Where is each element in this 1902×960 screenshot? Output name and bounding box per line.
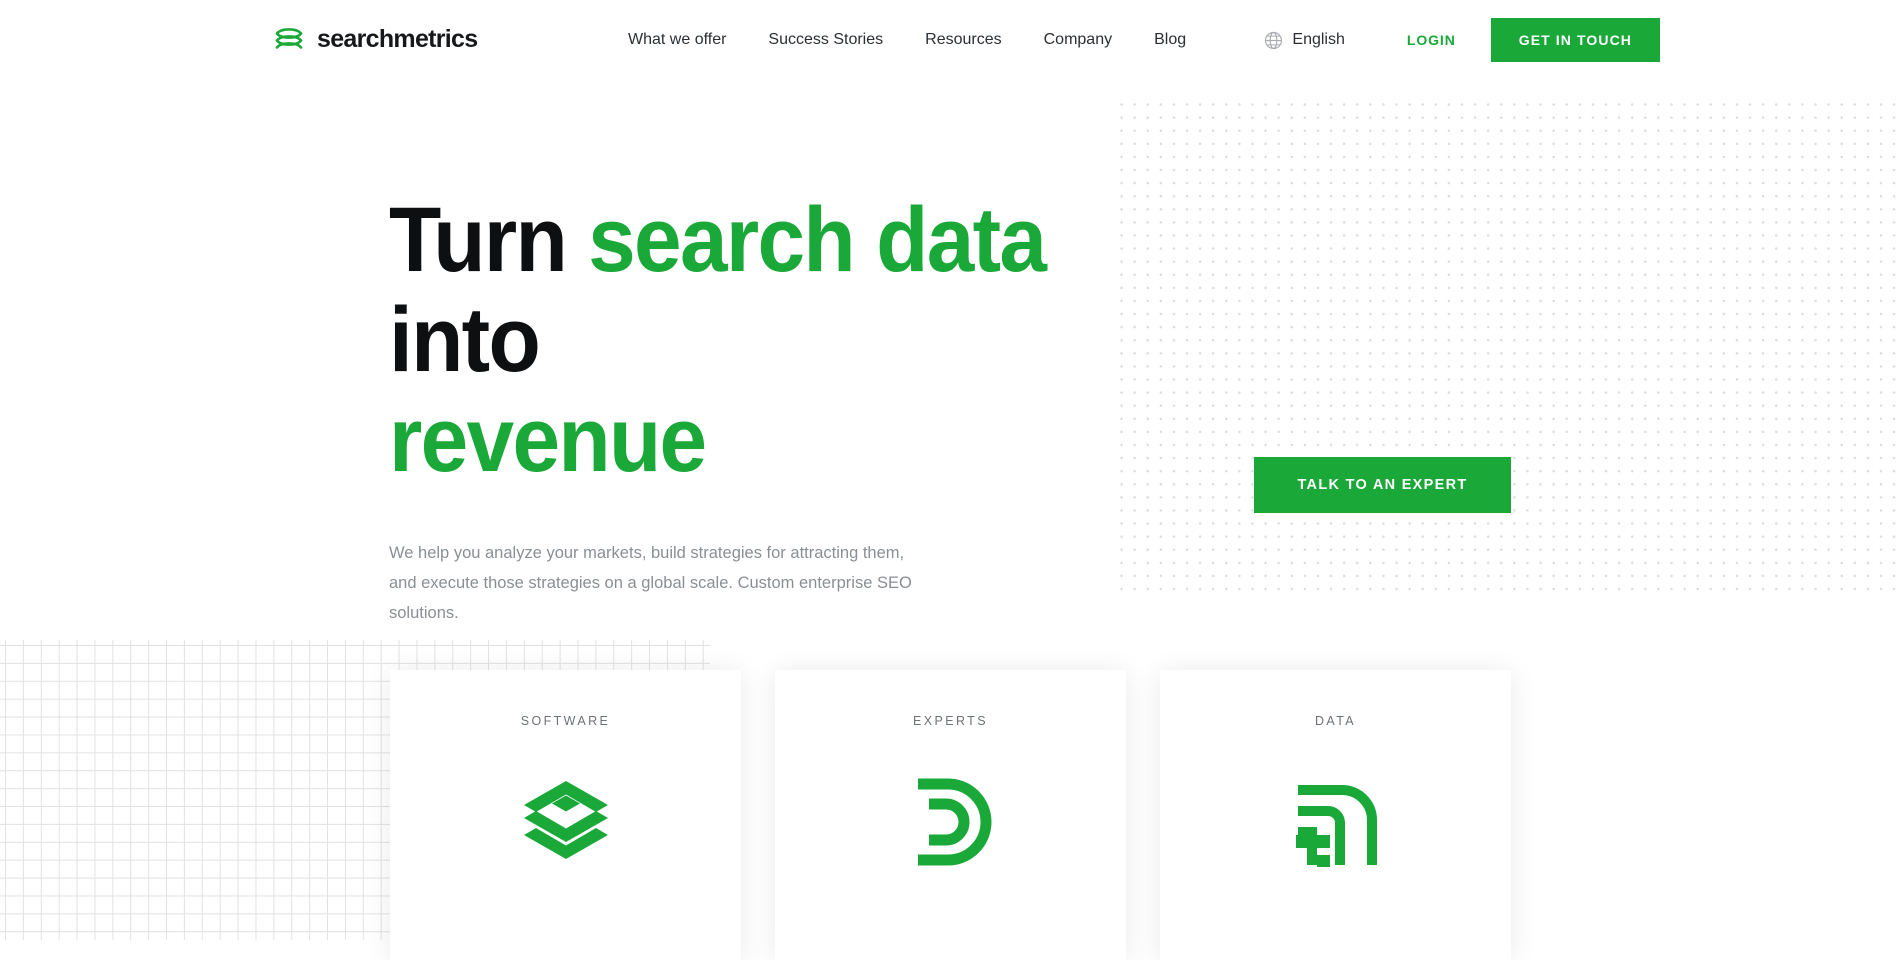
nav-item-resources[interactable]: Resources	[925, 28, 1001, 52]
signal-bars-icon	[1160, 772, 1511, 872]
feature-card-data[interactable]: DATA	[1160, 670, 1511, 960]
header-actions: English LOGIN GET IN TOUCH	[1264, 0, 1902, 80]
language-label: English	[1292, 31, 1345, 48]
login-link[interactable]: LOGIN	[1407, 32, 1456, 48]
feature-card-experts[interactable]: EXPERTS	[775, 670, 1126, 960]
nav-item-what-we-offer[interactable]: What we offer	[628, 28, 726, 52]
globe-icon	[1264, 31, 1283, 50]
feature-cards: SOFTWARE EXPERTS DATA	[0, 0, 1902, 960]
nav-item-success-stories[interactable]: Success Stories	[768, 28, 883, 52]
stacked-layers-icon	[272, 22, 306, 56]
brand-name: searchmetrics	[317, 24, 478, 53]
get-in-touch-button[interactable]: GET IN TOUCH	[1490, 18, 1660, 62]
concentric-arcs-icon	[775, 772, 1126, 872]
feature-card-software[interactable]: SOFTWARE	[390, 670, 741, 960]
nav-item-blog[interactable]: Blog	[1154, 28, 1186, 52]
layers-stack-icon	[390, 772, 741, 872]
feature-card-label: EXPERTS	[913, 714, 988, 728]
nav-item-company[interactable]: Company	[1044, 28, 1112, 52]
site-header: searchmetrics What we offer Success Stor…	[0, 0, 1902, 80]
feature-card-label: DATA	[1314, 714, 1357, 728]
language-selector[interactable]: English	[1264, 31, 1345, 50]
brand-logo-link[interactable]: searchmetrics	[272, 22, 478, 56]
primary-navigation: What we offer Success Stories Resources …	[628, 28, 1186, 52]
feature-card-label: SOFTWARE	[520, 714, 611, 728]
